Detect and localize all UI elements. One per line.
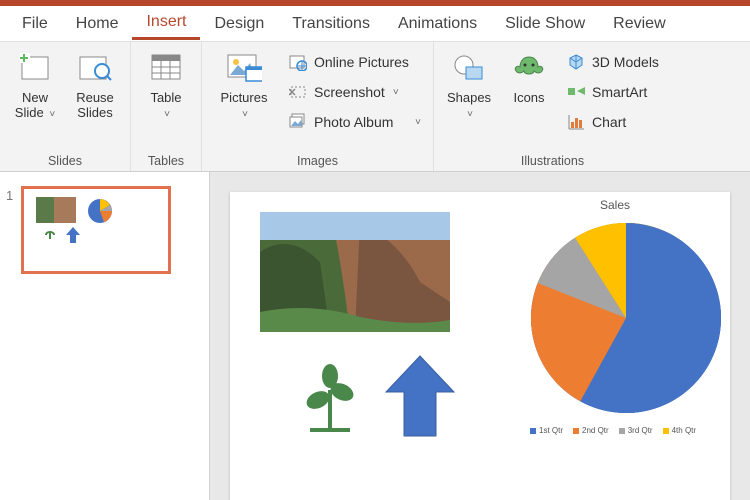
shapes-button[interactable]: Shapes˅ [440,46,498,138]
shapes-label: Shapes˅ [447,90,491,122]
group-tables-label: Tables [137,151,195,171]
inserted-icon-plant[interactable] [300,362,360,432]
group-slides: New Slide ˅ Reuse Slides Slides [0,42,131,171]
tab-design[interactable]: Design [200,9,278,39]
group-tables: Table˅ Tables [131,42,202,171]
group-illustrations-label: Illustrations [440,151,665,171]
smartart-label: SmartArt [592,84,647,100]
tab-transitions[interactable]: Transitions [278,9,384,39]
online-pictures-label: Online Pictures [314,54,409,70]
workspace: 1 [0,172,750,500]
new-slide-label: New Slide ˅ [8,90,62,122]
group-illustrations: Shapes˅ Icons 3D Models SmartArt Chart [434,42,671,171]
slide-editor-area[interactable]: Sales [210,172,750,500]
chart-icon [566,112,586,132]
tab-slide-show[interactable]: Slide Show [491,9,599,39]
pictures-label: Pictures˅ [221,90,268,122]
3d-models-label: 3D Models [592,54,659,70]
new-slide-button[interactable]: New Slide ˅ [6,46,64,138]
shapes-icon [451,50,487,86]
icons-button[interactable]: Icons [500,46,558,138]
photo-album-button[interactable]: Photo Album ˅ [282,108,427,136]
screenshot-icon [288,82,308,102]
chart-legend: 1st Qtr 2nd Qtr 3rd Qtr 4th Qtr [530,426,696,435]
smartart-button[interactable]: SmartArt [560,78,665,106]
screenshot-button[interactable]: Screenshot˅ [282,78,427,106]
3d-models-button[interactable]: 3D Models [560,48,665,76]
tab-home[interactable]: Home [62,9,133,39]
icons-icon [511,50,547,86]
chart-button[interactable]: Chart [560,108,665,136]
ribbon-tabstrip: File Home Insert Design Transitions Anim… [0,6,750,42]
tab-file[interactable]: File [8,9,62,39]
icons-label: Icons [513,90,544,105]
table-label: Table˅ [150,90,181,122]
table-button[interactable]: Table˅ [137,46,195,138]
group-images-label: Images [208,151,427,171]
reuse-slides-label: Reuse Slides [68,90,122,120]
smartart-icon [566,82,586,102]
pictures-icon [226,50,262,86]
pictures-button[interactable]: Pictures˅ [208,46,280,138]
chart-title[interactable]: Sales [600,198,630,212]
inserted-shape-arrow[interactable] [380,352,460,442]
slide-canvas[interactable]: Sales [230,192,730,500]
slide-thumbnail-1[interactable] [21,186,171,274]
tab-insert[interactable]: Insert [132,7,200,40]
photo-album-label: Photo Album [314,114,393,130]
tab-animations[interactable]: Animations [384,9,491,39]
slide-thumbnail-panel: 1 [0,172,210,500]
online-pictures-button[interactable]: Online Pictures [282,48,427,76]
table-icon [148,50,184,86]
ribbon: New Slide ˅ Reuse Slides Slides Table˅ T… [0,42,750,172]
reuse-slides-button[interactable]: Reuse Slides [66,46,124,138]
new-slide-icon [17,50,53,86]
reuse-slides-icon [77,50,113,86]
screenshot-label: Screenshot [314,84,385,100]
group-images: Pictures˅ Online Pictures Screenshot˅ Ph… [202,42,434,171]
tab-review[interactable]: Review [599,9,679,39]
online-pictures-icon [288,52,308,72]
group-slides-label: Slides [6,151,124,171]
3d-models-icon [566,52,586,72]
thumbnail-number: 1 [6,186,13,274]
inserted-picture[interactable] [260,212,450,332]
chart-label: Chart [592,114,626,130]
photo-album-icon [288,112,308,132]
